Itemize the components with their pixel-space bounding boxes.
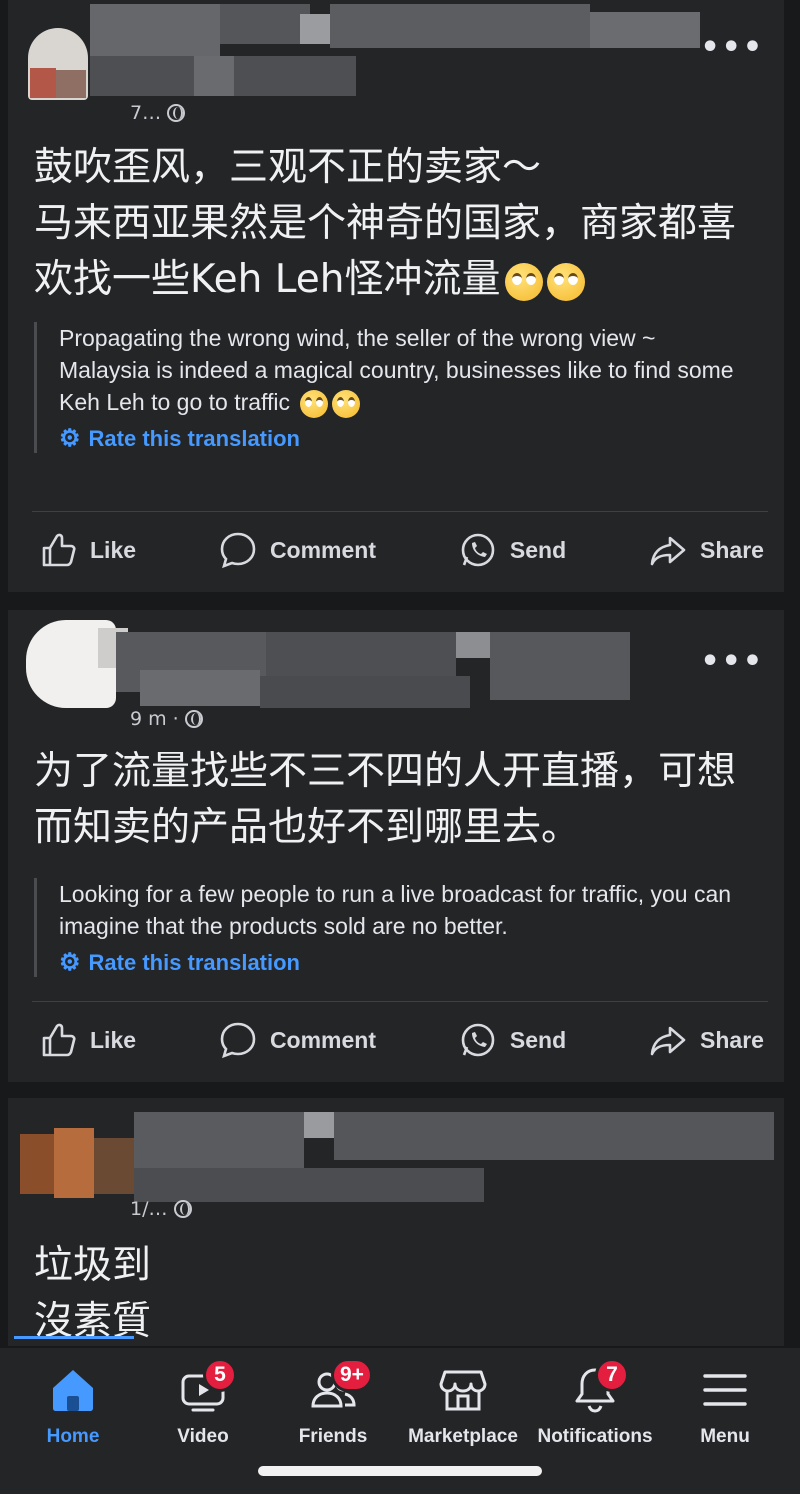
globe-icon (173, 1200, 192, 1218)
tab-menu-label: Menu (700, 1426, 750, 1447)
globe-icon (167, 104, 186, 122)
tab-home-label: Home (46, 1426, 100, 1447)
divider (32, 1001, 768, 1002)
gear-icon: ⚙ (59, 425, 81, 452)
eye-roll-emoji-icon (332, 389, 361, 418)
like-label: Like (90, 1026, 137, 1053)
comment-bubble-icon (220, 1022, 256, 1059)
post-timestamp: 7… (130, 102, 186, 124)
comment-label: Comment (269, 536, 376, 563)
share-button[interactable]: Share (648, 530, 764, 570)
thumbs-up-icon (42, 533, 76, 567)
post-original-text: 垃圾到 沒素質 (34, 1238, 768, 1346)
more-options-button[interactable]: ••• (700, 33, 764, 63)
video-badge: 5 (203, 1358, 237, 1392)
like-button[interactable]: Like (38, 1020, 136, 1060)
comment-label: Comment (269, 1026, 376, 1053)
translation-text: Looking for a few people to run a live b… (59, 878, 774, 942)
post-original-text: 鼓吹歪风，三观不正的卖家～ 马来西亚果然是个神奇的国家，商家都喜欢找一些Keh … (34, 140, 768, 308)
text-underline (14, 1336, 134, 1339)
video-icon: 5 (173, 1358, 237, 1420)
tab-notifications[interactable]: 7 Notifications (530, 1348, 660, 1448)
tab-home[interactable]: Home (8, 1348, 138, 1448)
rate-translation-link[interactable]: ⚙ Rate this translation (59, 424, 774, 453)
eye-roll-emoji-icon (546, 262, 585, 301)
translated-text: Propagating the wrong wind, the seller o… (59, 325, 734, 415)
home-indicator[interactable] (258, 1466, 542, 1476)
tab-video[interactable]: 5 Video (138, 1348, 268, 1448)
translation-block: Looking for a few people to run a live b… (34, 878, 774, 977)
translated-text: Looking for a few people to run a live b… (59, 881, 732, 939)
notifications-badge: 7 (595, 1358, 629, 1392)
tab-notifications-label: Notifications (537, 1426, 653, 1447)
home-icon (43, 1360, 103, 1420)
tab-friends-label: Friends (298, 1426, 368, 1447)
post-card: ••• 9 m · 为了流量找些不三不四的人开直播，可想而知卖的产品也好不到哪里… (8, 610, 784, 1082)
whatsapp-icon (461, 1023, 495, 1057)
original-text: 鼓吹歪风，三观不正的卖家～ 马来西亚果然是个神奇的国家，商家都喜欢找一些Keh … (34, 145, 737, 302)
share-button[interactable]: Share (648, 1020, 764, 1060)
post-card: ••• 7… 鼓吹歪风，三观不正的卖家～ 马来西亚果然是个神奇的国家，商家都喜欢… (8, 0, 784, 592)
like-label: Like (90, 536, 137, 563)
tab-marketplace[interactable]: Marketplace (398, 1348, 528, 1448)
globe-icon (184, 710, 203, 728)
rate-translation-link[interactable]: ⚙ Rate this translation (59, 948, 774, 977)
tab-video-label: Video (177, 1426, 229, 1447)
share-label: Share (700, 536, 764, 563)
thumbs-up-icon (42, 1023, 76, 1057)
translation-text: Propagating the wrong wind, the seller o… (59, 322, 774, 418)
send-label: Send (509, 536, 567, 563)
timestamp-text: 7… (130, 102, 162, 124)
rate-translation-label: Rate this translation (88, 425, 300, 451)
whatsapp-icon (461, 533, 495, 567)
post-actions: Like Comment Send Share (8, 1020, 784, 1060)
translation-block: Propagating the wrong wind, the seller o… (34, 322, 774, 453)
post-timestamp: 1/… (130, 1198, 192, 1220)
eye-roll-emoji-icon (504, 262, 543, 301)
comment-bubble-icon (220, 532, 256, 569)
post-actions: Like Comment Send Share (8, 530, 784, 570)
gear-icon: ⚙ (59, 949, 81, 976)
comment-button[interactable]: Comment (218, 530, 376, 570)
timestamp-text: 1/… (130, 1198, 168, 1220)
storefront-icon (433, 1360, 493, 1420)
share-arrow-icon (650, 536, 686, 566)
tab-marketplace-label: Marketplace (408, 1426, 518, 1447)
share-label: Share (700, 1026, 764, 1053)
tab-friends[interactable]: 9+ Friends (268, 1348, 398, 1448)
original-text: 垃圾到 沒素質 (34, 1243, 152, 1344)
share-arrow-icon (650, 1026, 686, 1056)
tab-menu[interactable]: Menu (660, 1348, 790, 1448)
send-label: Send (509, 1026, 567, 1053)
post-original-text: 为了流量找些不三不四的人开直播，可想而知卖的产品也好不到哪里去。 (34, 744, 768, 856)
friends-icon: 9+ (303, 1358, 373, 1420)
more-options-button[interactable]: ••• (700, 647, 764, 677)
rate-translation-label: Rate this translation (88, 949, 300, 975)
hamburger-menu-icon (695, 1360, 755, 1420)
bell-icon: 7 (565, 1358, 629, 1420)
send-button[interactable]: Send (458, 1020, 566, 1060)
timestamp-text: 9 m · (130, 708, 179, 730)
post-card: 1/… 垃圾到 沒素質 (8, 1098, 784, 1346)
post-timestamp: 9 m · (130, 708, 203, 730)
eye-roll-emoji-icon (300, 389, 329, 418)
friends-badge: 9+ (331, 1358, 373, 1392)
divider (32, 511, 768, 512)
send-button[interactable]: Send (458, 530, 566, 570)
original-text: 为了流量找些不三不四的人开直播，可想而知卖的产品也好不到哪里去。 (34, 749, 737, 850)
comment-button[interactable]: Comment (218, 1020, 376, 1060)
like-button[interactable]: Like (38, 530, 136, 570)
